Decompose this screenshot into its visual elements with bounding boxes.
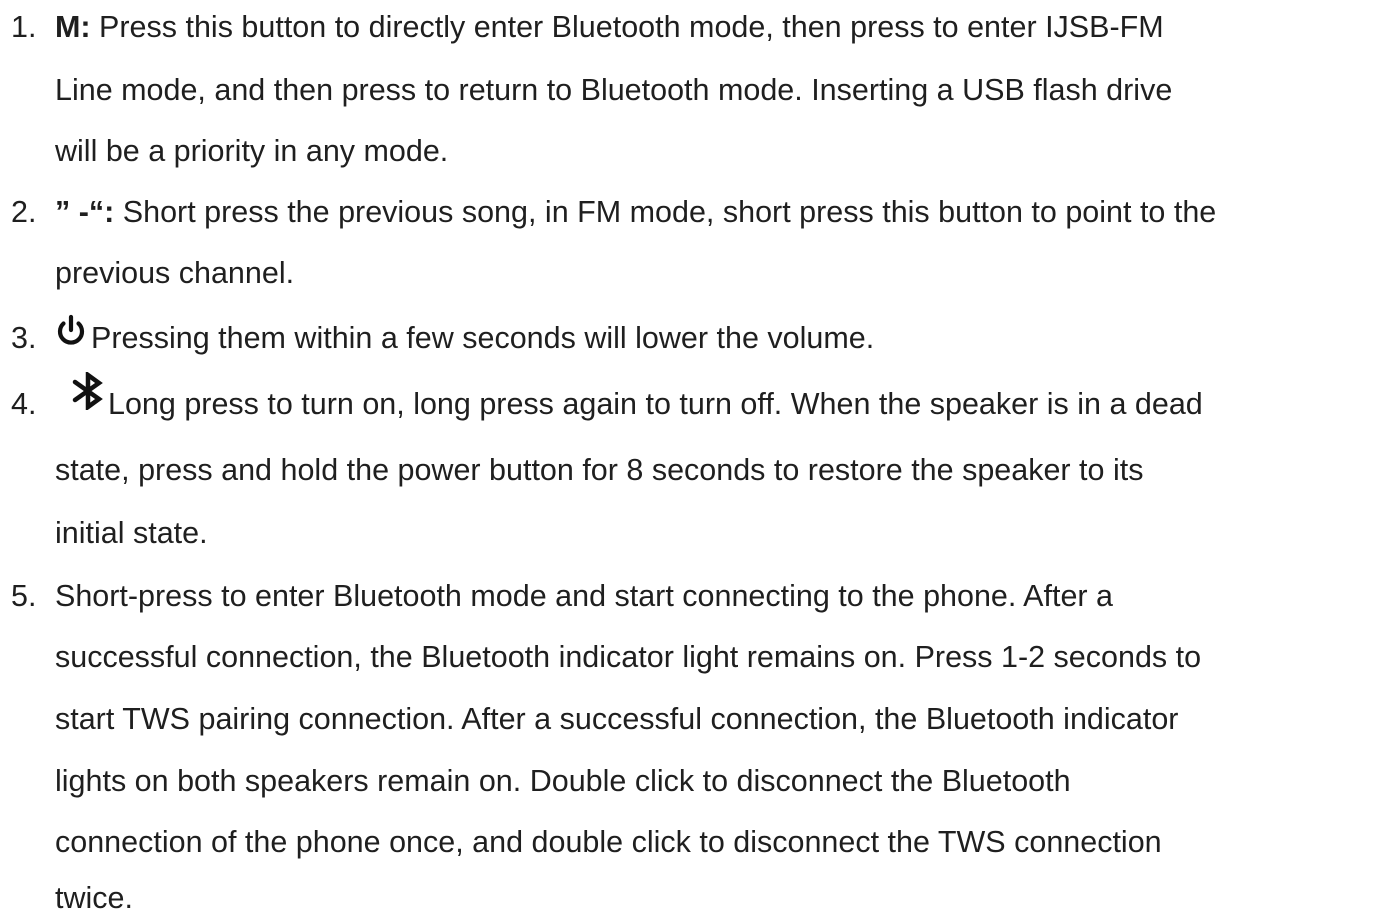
item-line: Long press to turn on, long press again … <box>108 387 1203 421</box>
item-key: M: <box>55 10 91 44</box>
item-line: previous channel. <box>55 256 295 290</box>
item-line: ” -“: Short press the previous song, in … <box>55 197 1216 228</box>
item-line: successful connection, the Bluetooth ind… <box>55 640 1202 674</box>
item-line: twice. <box>55 881 133 915</box>
item-line: state, press and hold the power button f… <box>55 453 1144 487</box>
item-line: start TWS pairing connection. After a su… <box>55 702 1179 736</box>
item-line: lights on both speakers remain on. Doubl… <box>55 764 1071 798</box>
item-key: ” -“: <box>55 195 115 229</box>
item-text: Short press the previous song, in FM mod… <box>114 195 1217 229</box>
item-line: Line mode, and then press to return to B… <box>55 73 1173 107</box>
item-number: 5. <box>11 579 37 613</box>
item-text: Press this button to directly enter Blue… <box>90 10 1164 44</box>
item-number: 3. <box>11 321 37 355</box>
item-line: M: Press this button to directly enter B… <box>55 12 1164 43</box>
item-text: Pressing them within a few seconds will … <box>91 321 875 355</box>
item-line: initial state. <box>55 516 208 550</box>
bluetooth-icon <box>72 370 106 412</box>
item-number: 1. <box>11 10 37 44</box>
item-number: 2. <box>11 195 37 229</box>
item-number: 4. <box>11 387 37 421</box>
power-icon <box>54 314 88 348</box>
item-line: Short-press to enter Bluetooth mode and … <box>55 579 1113 613</box>
item-line: connection of the phone once, and double… <box>55 825 1162 859</box>
item-line: will be a priority in any mode. <box>55 134 449 168</box>
